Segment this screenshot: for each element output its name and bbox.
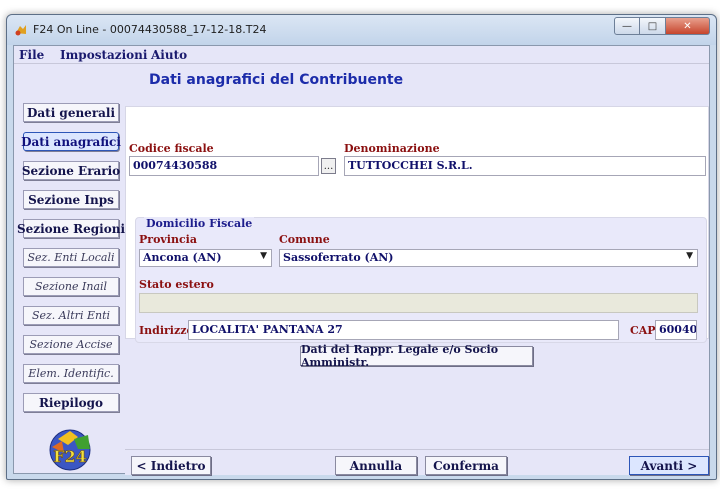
- menu-file[interactable]: File: [19, 48, 44, 62]
- sidebar-item-elem-identific[interactable]: Elem. Identific.: [23, 364, 119, 383]
- stato-estero-label: Stato estero: [139, 278, 214, 291]
- cap-field[interactable]: 60040: [655, 320, 697, 340]
- sidebar-item-sezione-inps[interactable]: Sezione Inps: [23, 190, 119, 209]
- sidebar-item-sezione-erario[interactable]: Sezione Erario: [22, 161, 120, 180]
- sidebar-item-dati-anagrafici[interactable]: Dati anagrafici: [21, 132, 121, 151]
- next-button[interactable]: Avanti >: [629, 456, 709, 475]
- sidebar-item-dati-generali[interactable]: Dati generali: [23, 103, 119, 122]
- title-bar[interactable]: F24 On Line - 00074430588_17-12-18.T24 —…: [7, 15, 716, 45]
- client-area: File Impostazioni Aiuto Dati anagrafici …: [13, 45, 710, 475]
- domicilio-fiscale-title: Domicilio Fiscale: [144, 217, 255, 230]
- sidebar-item-sezione-inail[interactable]: Sezione Inail: [23, 277, 119, 296]
- sidebar-item-altri-enti[interactable]: Sez. Altri Enti: [23, 306, 119, 325]
- back-button[interactable]: < Indietro: [131, 456, 211, 475]
- denominazione-field[interactable]: TUTTOCCHEI S.R.L.: [344, 156, 706, 176]
- cancel-button[interactable]: Annulla: [335, 456, 417, 475]
- stato-estero-field[interactable]: [139, 293, 698, 313]
- menu-bar: File Impostazioni Aiuto: [14, 46, 709, 64]
- close-button[interactable]: ✕: [666, 17, 710, 35]
- chevron-down-icon: ▼: [260, 251, 267, 261]
- denominazione-label: Denominazione: [344, 142, 440, 155]
- provincia-value: Ancona (AN): [143, 251, 222, 264]
- indirizzo-label: Indirizzo: [139, 324, 194, 337]
- chevron-down-icon: ▼: [686, 251, 693, 261]
- menu-impostazioni[interactable]: Impostazioni: [60, 48, 147, 62]
- provincia-select[interactable]: Ancona (AN) ▼: [139, 249, 272, 267]
- menu-aiuto[interactable]: Aiuto: [151, 48, 187, 62]
- sidebar-item-sezione-accise[interactable]: Sezione Accise: [23, 335, 119, 354]
- app-window: F24 On Line - 00074430588_17-12-18.T24 —…: [6, 14, 717, 480]
- f24-logo: F24: [49, 429, 91, 471]
- confirm-button[interactable]: Conferma: [425, 456, 507, 475]
- provincia-label: Provincia: [139, 233, 197, 246]
- logo-text: F24: [53, 447, 87, 466]
- minimize-button[interactable]: —: [614, 17, 640, 35]
- indirizzo-field[interactable]: LOCALITA' PANTANA 27: [188, 320, 619, 340]
- window-controls: — □ ✕: [614, 17, 710, 35]
- rappresentante-legale-button[interactable]: Dati del Rappr. Legale e/o Socio Amminis…: [300, 343, 533, 369]
- lookup-button[interactable]: ...: [321, 158, 336, 174]
- comune-value: Sassoferrato (AN): [283, 251, 394, 264]
- contribuente-form: Codice fiscale 00074430588 ... Denominaz…: [125, 106, 709, 343]
- maximize-button[interactable]: □: [640, 17, 666, 35]
- sidebar-item-enti-locali[interactable]: Sez. Enti Locali: [23, 248, 119, 267]
- navigation-bar: < Indietro Annulla Conferma Avanti >: [125, 449, 709, 475]
- comune-select[interactable]: Sassoferrato (AN) ▼: [279, 249, 698, 267]
- comune-label: Comune: [279, 233, 330, 246]
- sidebar-item-riepilogo[interactable]: Riepilogo: [23, 393, 119, 412]
- cap-label: CAP: [630, 324, 656, 337]
- domicilio-fiscale-group: Domicilio Fiscale Provincia Ancona (AN) …: [135, 217, 707, 343]
- codice-fiscale-field[interactable]: 00074430588: [129, 156, 319, 176]
- app-icon: [15, 25, 26, 36]
- window-title: F24 On Line - 00074430588_17-12-18.T24: [33, 23, 267, 36]
- codice-fiscale-label: Codice fiscale: [129, 142, 214, 155]
- page-title: Dati anagrafici del Contribuente: [149, 72, 404, 88]
- sidebar-item-sezione-regioni[interactable]: Sezione Regioni: [17, 219, 125, 238]
